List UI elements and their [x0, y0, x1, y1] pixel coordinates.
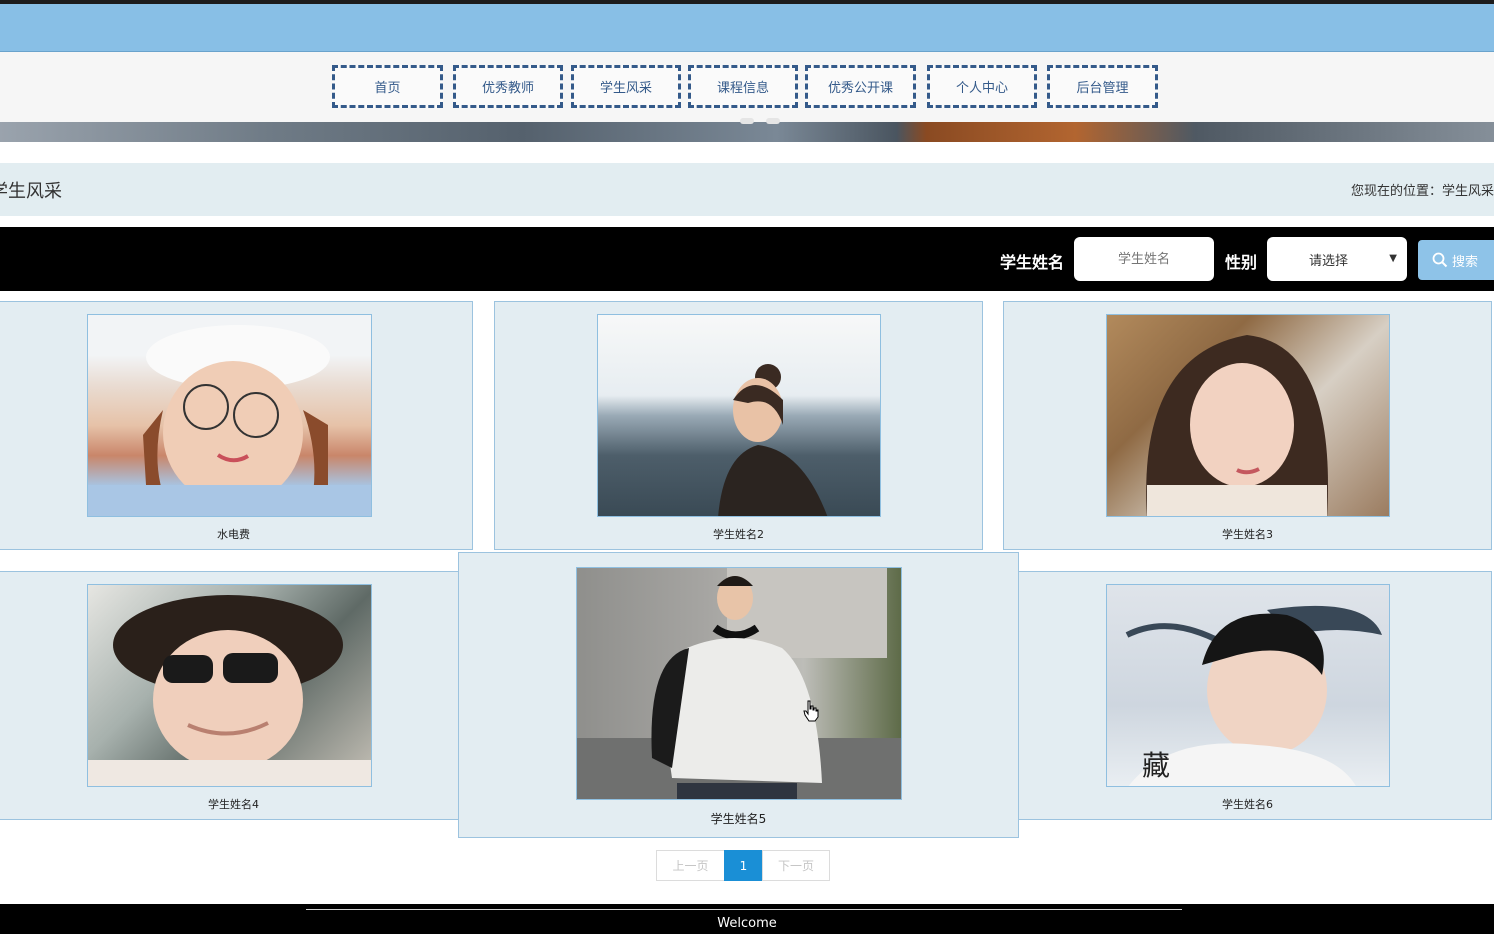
chevron-down-icon: ▼	[1389, 253, 1397, 264]
main-nav: 首页 优秀教师 学生风采 课程信息 优秀公开课 个人中心 后台管理	[0, 52, 1494, 122]
footer-divider	[306, 909, 1182, 910]
gender-label: 性别	[1225, 253, 1258, 272]
student-name: 学生姓名4	[208, 798, 259, 811]
student-photo[interactable]	[87, 584, 372, 787]
next-page-button[interactable]: 下一页	[762, 850, 830, 881]
student-card[interactable]: 学生姓名2	[494, 301, 983, 550]
carousel-dot[interactable]	[740, 118, 754, 124]
breadcrumb-bar: 学生风采 您现在的位置：学生风采	[0, 163, 1494, 216]
prev-page-button[interactable]: 上一页	[656, 850, 725, 881]
footer: Welcome	[0, 904, 1494, 934]
breadcrumb: 您现在的位置：学生风采	[1350, 184, 1494, 199]
page-title: 学生风采	[0, 181, 62, 202]
nav-item-courses[interactable]: 课程信息	[688, 65, 798, 108]
gender-select[interactable]: 请选择 ▼	[1267, 237, 1407, 281]
search-bar: 学生姓名 性别 请选择 ▼ 搜索	[0, 227, 1494, 291]
svg-text:藏: 藏	[1142, 749, 1170, 782]
nav-item-personal-center[interactable]: 个人中心	[927, 65, 1037, 108]
student-photo[interactable]	[1106, 314, 1390, 517]
nav-item-students[interactable]: 学生风采	[571, 65, 681, 108]
student-name: 学生姓名5	[710, 812, 767, 826]
nav-item-admin[interactable]: 后台管理	[1047, 65, 1158, 108]
student-photo[interactable]	[87, 314, 372, 517]
nav-item-home[interactable]: 首页	[332, 65, 443, 108]
student-card[interactable]: 藏 学生姓名6	[1003, 571, 1492, 820]
student-name-label: 学生姓名	[1000, 253, 1065, 272]
search-button[interactable]: 搜索	[1418, 240, 1494, 280]
student-name-input[interactable]	[1074, 237, 1214, 281]
student-name: 学生姓名3	[1222, 528, 1273, 541]
student-card[interactable]: 水电费	[0, 301, 473, 550]
student-name: 学生姓名2	[713, 528, 764, 541]
footer-welcome: Welcome	[717, 916, 777, 931]
banner-carousel	[0, 122, 1494, 142]
nav-item-open-courses[interactable]: 优秀公开课	[805, 65, 916, 108]
student-card[interactable]: 学生姓名3	[1003, 301, 1492, 550]
search-button-label: 搜索	[1452, 254, 1479, 270]
page-number-button[interactable]: 1	[724, 850, 763, 881]
student-photo[interactable]: 藏	[1106, 584, 1390, 787]
gender-select-value: 请选择	[1309, 253, 1349, 269]
student-name: 水电费	[217, 528, 250, 541]
nav-item-teachers[interactable]: 优秀教师	[453, 65, 563, 108]
search-icon	[1432, 252, 1448, 268]
student-card-hovered[interactable]: 学生姓名5	[458, 552, 1019, 838]
carousel-dot[interactable]	[766, 118, 780, 124]
student-photo[interactable]	[576, 567, 902, 800]
student-card[interactable]: 学生姓名4	[0, 571, 473, 820]
hand-cursor-icon	[803, 700, 819, 722]
student-name: 学生姓名6	[1222, 798, 1273, 811]
student-photo[interactable]	[597, 314, 881, 517]
top-header-bar	[0, 0, 1494, 52]
